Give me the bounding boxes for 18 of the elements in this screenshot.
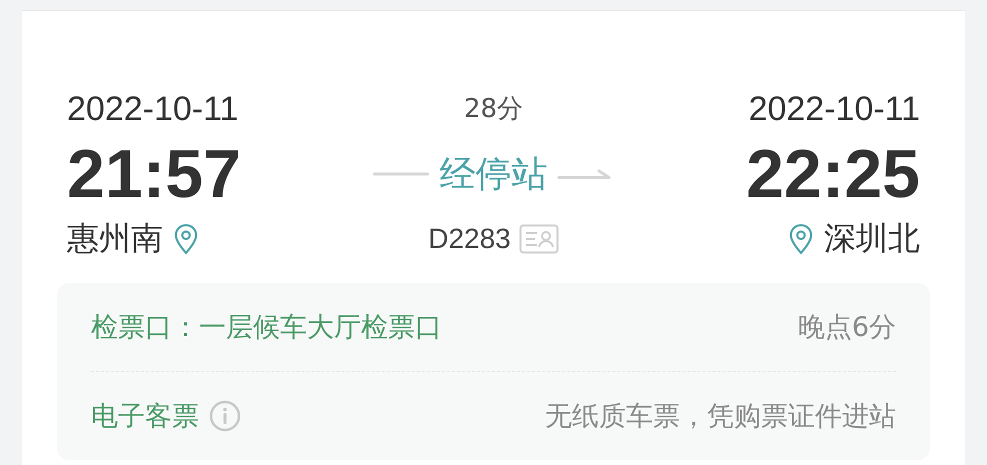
trip-duration: 28分 <box>464 93 524 126</box>
info-icon[interactable] <box>209 400 241 432</box>
departure-date: 2022-10-11 <box>67 89 240 130</box>
location-pin-icon <box>788 223 814 255</box>
id-card-icon <box>518 224 559 254</box>
train-number: D2283 <box>428 223 511 255</box>
station-name: 惠州南 <box>67 218 163 259</box>
location-pin-icon <box>173 223 199 255</box>
ticket-type-label: 电子客票 <box>91 400 199 434</box>
stops-link[interactable]: 经停站 <box>439 150 548 198</box>
delay-status: 晚点6分 <box>798 311 896 345</box>
line-icon <box>373 171 430 177</box>
arrival-date: 2022-10-11 <box>748 89 920 130</box>
departure-time: 21:57 <box>67 135 242 214</box>
arrival-time: 22:25 <box>746 135 920 214</box>
ticket-gate-label: 检票口：一层候车大厅检票口 <box>91 311 442 345</box>
ticket-note: 无纸质车票，凭购票证件进站 <box>545 400 896 434</box>
station-name: 深圳北 <box>824 218 920 259</box>
